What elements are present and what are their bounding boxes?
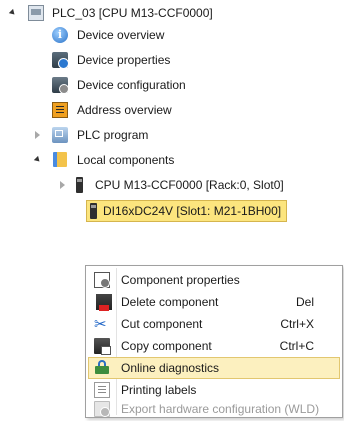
menu-item-copy-component[interactable]: Copy component Ctrl+C	[88, 335, 340, 357]
copy-icon	[94, 338, 111, 355]
menu-item-delete-component[interactable]: Delete component Del	[88, 291, 340, 313]
tree-item-label: Device configuration	[77, 78, 186, 92]
menu-item-label: Delete component	[121, 295, 219, 309]
export-icon	[94, 401, 110, 417]
device-configuration-icon	[52, 77, 69, 94]
module-icon	[76, 177, 83, 193]
menu-item-shortcut: Ctrl+X	[280, 317, 314, 331]
device-properties-icon	[52, 52, 69, 69]
properties-icon	[94, 272, 110, 288]
tree-item-label: Device properties	[77, 53, 171, 67]
delete-icon	[96, 294, 112, 311]
tree-item-label: Local components	[77, 153, 175, 167]
tree-item-label: CPU M13-CCF0000 [Rack:0, Slot0]	[95, 178, 284, 192]
plc-program-icon	[52, 127, 68, 143]
menu-item-label: Printing labels	[121, 383, 197, 397]
folder-icon	[53, 152, 67, 167]
tree-item-di-module-selected[interactable]: DI16xDC24V [Slot1: M21-1BH00]	[86, 200, 287, 222]
collapse-arrow-icon[interactable]	[33, 131, 41, 139]
plc-device-icon	[28, 5, 44, 21]
tree-item-label: Address overview	[77, 103, 172, 117]
context-menu: Component properties Delete component De…	[85, 265, 343, 418]
menu-item-shortcut: Ctrl+C	[279, 339, 314, 353]
module-icon	[90, 203, 97, 219]
menu-item-label: Copy component	[121, 339, 212, 353]
expand-arrow-icon[interactable]	[33, 156, 41, 164]
tree-item-label: PLC program	[77, 128, 149, 142]
diagnostics-icon	[94, 360, 110, 376]
menu-item-shortcut: Del	[295, 295, 314, 309]
menu-item-export-hardware-configuration[interactable]: Export hardware configuration (WLD)	[88, 401, 340, 417]
menu-item-label: Cut component	[121, 317, 203, 331]
info-icon	[52, 27, 68, 43]
tree-item-label: Device overview	[77, 28, 165, 42]
collapse-arrow-icon[interactable]	[58, 181, 66, 189]
menu-item-label: Online diagnostics	[121, 361, 220, 375]
cut-icon	[94, 315, 110, 333]
expand-arrow-icon[interactable]	[8, 9, 16, 17]
menu-item-label: Component properties	[121, 273, 240, 287]
print-labels-icon	[94, 382, 110, 398]
tree-item-label: DI16xDC24V [Slot1: M21-1BH00]	[103, 204, 282, 218]
menu-item-component-properties[interactable]: Component properties	[88, 269, 340, 291]
menu-item-cut-component[interactable]: Cut component Ctrl+X	[88, 313, 340, 335]
menu-item-printing-labels[interactable]: Printing labels	[88, 379, 340, 401]
address-overview-icon	[52, 102, 68, 118]
menu-item-label: Export hardware configuration (WLD)	[121, 402, 320, 416]
tree-item-label: PLC_03 [CPU M13-CCF0000]	[52, 6, 213, 20]
menu-item-online-diagnostics[interactable]: Online diagnostics	[88, 357, 340, 379]
